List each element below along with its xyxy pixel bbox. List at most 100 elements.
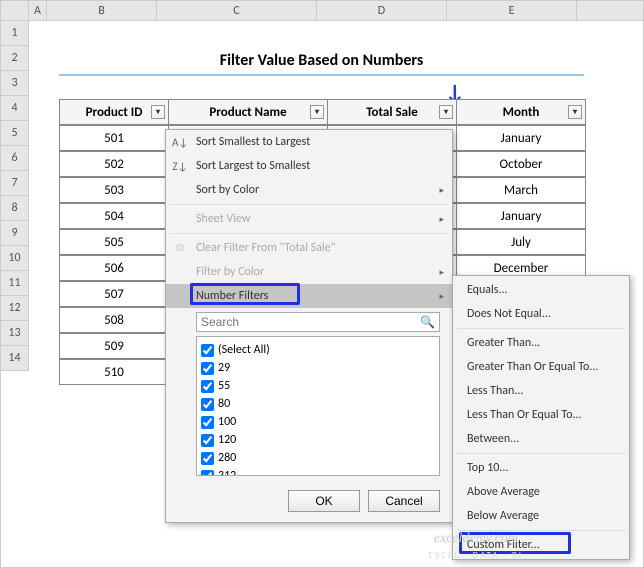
top-10[interactable]: Top 10... xyxy=(453,456,629,480)
row-header[interactable]: 4 xyxy=(1,96,29,121)
cell-product-id[interactable]: 505 xyxy=(59,229,169,255)
row-header[interactable]: 14 xyxy=(1,346,29,371)
row-header[interactable]: 10 xyxy=(1,246,29,271)
cell-product-id[interactable]: 506 xyxy=(59,255,169,281)
filter-checklist[interactable]: (Select All) 29 55 80 100 120 280 312 50… xyxy=(196,336,440,476)
select-all-corner[interactable] xyxy=(1,1,29,20)
column-header-row: A B C D E xyxy=(1,1,643,21)
check-item[interactable]: 29 xyxy=(201,359,435,377)
col-header-C[interactable]: C xyxy=(157,1,317,20)
header-label: Product ID xyxy=(86,105,143,120)
checkbox[interactable] xyxy=(201,398,214,411)
checkbox[interactable] xyxy=(201,380,214,393)
filter-menu: A↓Sort Smallest to Largest Z↓Sort Larges… xyxy=(165,129,453,523)
cell-product-id[interactable]: 502 xyxy=(59,151,169,177)
checkbox[interactable] xyxy=(201,470,214,477)
check-item[interactable]: 312 xyxy=(201,467,435,476)
ok-button[interactable]: OK xyxy=(288,490,360,512)
header-month[interactable]: Month▾ xyxy=(456,99,586,125)
row-header[interactable]: 2 xyxy=(1,46,29,71)
search-box[interactable]: 🔍 xyxy=(196,312,440,332)
sort-desc-icon: Z↓ xyxy=(172,160,188,173)
cell-product-id[interactable]: 504 xyxy=(59,203,169,229)
less-than-or-equal[interactable]: Less Than Or Equal To... xyxy=(453,403,629,427)
menu-label: Filter by Color xyxy=(196,265,264,279)
col-header-D[interactable]: D xyxy=(317,1,447,20)
col-header-E[interactable]: E xyxy=(447,1,577,20)
check-item[interactable]: 100 xyxy=(201,413,435,431)
sort-asc[interactable]: A↓Sort Smallest to Largest xyxy=(166,130,452,154)
checkbox[interactable] xyxy=(201,344,214,357)
cell-month[interactable]: March xyxy=(456,177,586,203)
row-header[interactable]: 13 xyxy=(1,321,29,346)
row-header[interactable]: 6 xyxy=(1,146,29,171)
cell-product-id[interactable]: 501 xyxy=(59,125,169,151)
menu-label: Sort Smallest to Largest xyxy=(196,135,310,149)
chevron-right-icon: ▸ xyxy=(439,267,444,278)
checkbox[interactable] xyxy=(201,416,214,429)
menu-label: Custom Filter... xyxy=(467,538,540,552)
equals[interactable]: Equals... xyxy=(453,278,629,302)
checkbox[interactable] xyxy=(201,434,214,447)
menu-label: Sheet View xyxy=(196,212,250,226)
row-header[interactable]: 8 xyxy=(1,196,29,221)
does-not-equal[interactable]: Does Not Equal... xyxy=(453,302,629,326)
cell-month[interactable]: July xyxy=(456,229,586,255)
check-item[interactable]: 120 xyxy=(201,431,435,449)
check-label: 120 xyxy=(218,433,236,447)
cell-product-id[interactable]: 507 xyxy=(59,281,169,307)
filter-dropdown-icon[interactable]: ▾ xyxy=(310,105,324,119)
search-input[interactable] xyxy=(201,315,420,329)
check-item[interactable]: (Select All) xyxy=(201,341,435,359)
row-header[interactable]: 7 xyxy=(1,171,29,196)
row-header[interactable]: 11 xyxy=(1,271,29,296)
cell-month[interactable]: January xyxy=(456,203,586,229)
above-average[interactable]: Above Average xyxy=(453,480,629,504)
sort-by-color[interactable]: Sort by Color▸ xyxy=(166,178,452,202)
sort-desc[interactable]: Z↓Sort Largest to Smallest xyxy=(166,154,452,178)
separator xyxy=(457,530,625,531)
col-header-A[interactable]: A xyxy=(29,1,47,20)
row-header[interactable]: 3 xyxy=(1,71,29,96)
check-item[interactable]: 55 xyxy=(201,377,435,395)
cell-product-id[interactable]: 510 xyxy=(59,359,169,385)
cell-month[interactable]: October xyxy=(456,151,586,177)
check-label: 100 xyxy=(218,415,236,429)
col-header-B[interactable]: B xyxy=(47,1,157,20)
header-product-id[interactable]: Product ID ▾ xyxy=(59,99,169,125)
check-item[interactable]: 80 xyxy=(201,395,435,413)
check-label: 55 xyxy=(218,379,230,393)
header-label: Product Name xyxy=(209,105,286,120)
less-than[interactable]: Less Than... xyxy=(453,379,629,403)
menu-label: Clear Filter From "Total Sale" xyxy=(196,241,335,255)
cell-product-id[interactable]: 508 xyxy=(59,307,169,333)
cancel-button[interactable]: Cancel xyxy=(368,490,440,512)
greater-than-or-equal[interactable]: Greater Than Or Equal To... xyxy=(453,355,629,379)
cell-product-id[interactable]: 509 xyxy=(59,333,169,359)
page-title: Filter Value Based on Numbers xyxy=(59,46,584,76)
filter-dropdown-icon[interactable]: ▾ xyxy=(151,105,165,119)
row-header[interactable]: 12 xyxy=(1,296,29,321)
chevron-right-icon: ▸ xyxy=(439,291,444,302)
checkbox[interactable] xyxy=(201,452,214,465)
cell-product-id[interactable]: 503 xyxy=(59,177,169,203)
greater-than[interactable]: Greater Than... xyxy=(453,331,629,355)
row-header[interactable]: 9 xyxy=(1,221,29,246)
filter-by-color: Filter by Color ▸ xyxy=(166,260,452,284)
search-icon: 🔍 xyxy=(420,315,435,330)
separator xyxy=(457,328,625,329)
between[interactable]: Between... xyxy=(453,427,629,451)
filter-dropdown-icon[interactable]: ▾ xyxy=(568,105,582,119)
below-average[interactable]: Below Average xyxy=(453,504,629,528)
check-item[interactable]: 280 xyxy=(201,449,435,467)
row-header[interactable]: 1 xyxy=(1,21,29,46)
custom-filter[interactable]: Custom Filter... xyxy=(453,533,629,557)
header-total-sale[interactable]: Total Sale▾ xyxy=(327,99,457,125)
header-product-name[interactable]: Product Name ▾ xyxy=(168,99,328,125)
separator xyxy=(457,453,625,454)
checkbox[interactable] xyxy=(201,362,214,375)
filter-dropdown-icon[interactable]: ▾ xyxy=(439,105,453,119)
row-header[interactable]: 5 xyxy=(1,121,29,146)
cell-month[interactable]: January xyxy=(456,125,586,151)
number-filters[interactable]: Number Filters ▸ xyxy=(166,284,452,308)
